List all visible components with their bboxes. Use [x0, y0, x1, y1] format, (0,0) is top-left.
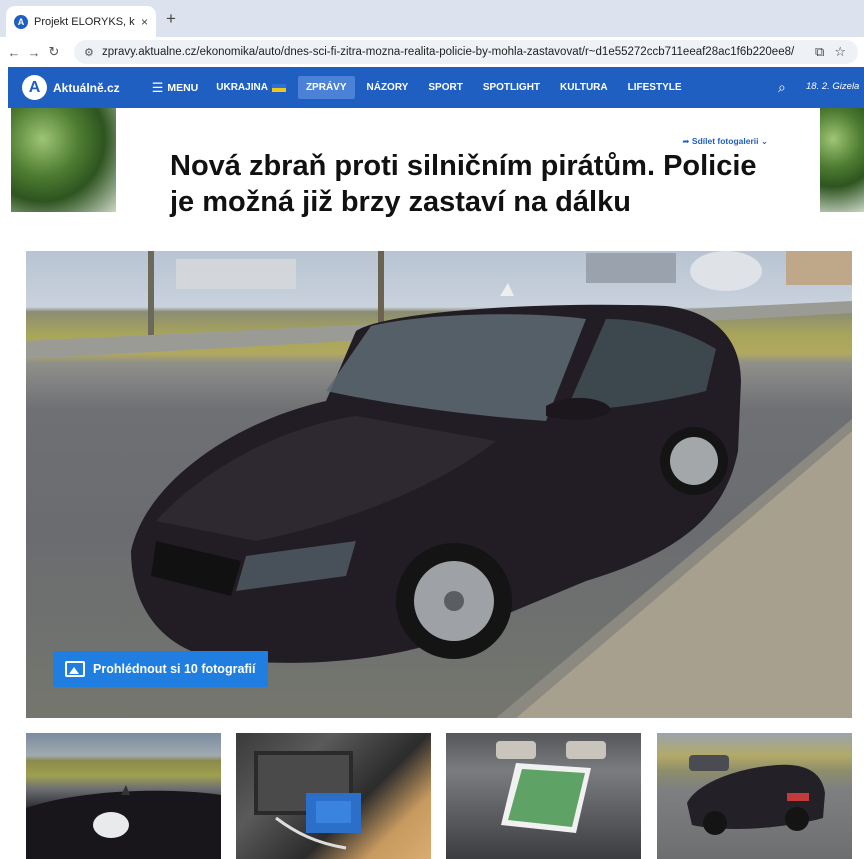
- hamburger-icon: ☰: [151, 79, 164, 95]
- browser-tab[interactable]: A Projekt ELORYKS, který řeší ×: [6, 6, 156, 37]
- chevron-down-icon: ⌄: [760, 136, 768, 146]
- aktualne-logo-icon: A: [14, 14, 28, 29]
- tab-title: Projekt ELORYKS, který řeší: [34, 15, 135, 28]
- gallery-thumbnail[interactable]: [657, 733, 852, 859]
- nav-item-sport[interactable]: SPORT: [420, 76, 470, 99]
- reload-icon[interactable]: ↻: [44, 44, 64, 60]
- gallery-button[interactable]: Prohlédnout si 10 fotografií: [53, 651, 268, 687]
- gallery-button-label: Prohlédnout si 10 fotografií: [93, 662, 256, 676]
- nav-item-spotlight[interactable]: SPOTLIGHT: [475, 76, 548, 99]
- site-header: A Aktuálně.cz ☰ MENU UKRAJINA ZPRÁVY NÁZ…: [8, 67, 864, 108]
- thumbnail-illustration: [26, 785, 221, 859]
- side-ad-right[interactable]: [820, 108, 864, 212]
- header-date: 18. 2. Gizela: [806, 81, 860, 92]
- gallery-thumbnail[interactable]: [26, 733, 221, 859]
- arrow-left-icon[interactable]: ←: [4, 45, 24, 60]
- browser-tab-strip: A Projekt ELORYKS, který řeší × +: [0, 0, 864, 37]
- image-icon: [65, 661, 85, 677]
- main-nav: UKRAJINA ZPRÁVY NÁZORY SPORT SPOTLIGHT K…: [206, 76, 691, 99]
- nav-item-lifestyle[interactable]: LIFESTYLE: [620, 76, 690, 99]
- nav-item-nazory[interactable]: NÁZORY: [359, 76, 417, 99]
- thumbnail-illustration: [496, 741, 606, 833]
- article-header: ➦ Sdílet fotogalerii ⌄ Nová zbraň proti …: [116, 108, 820, 223]
- star-icon[interactable]: ☆: [834, 44, 846, 60]
- new-tab-button[interactable]: +: [166, 10, 176, 27]
- nav-item-ukrajina[interactable]: UKRAJINA: [208, 76, 294, 99]
- share-arrow-icon: ➦: [682, 136, 690, 146]
- ukraine-flag-icon: [271, 83, 286, 92]
- share-gallery-link[interactable]: ➦ Sdílet fotogalerii ⌄: [682, 136, 768, 147]
- arrow-right-icon[interactable]: →: [24, 45, 44, 60]
- logo-text: Aktuálně.cz: [53, 80, 120, 95]
- article-headline: Nová zbraň proti silničním pirátům. Poli…: [170, 150, 757, 218]
- thumbnail-illustration: [254, 751, 361, 850]
- share-label: Sdílet fotogalerii: [691, 136, 759, 146]
- aktualne-logo-icon: A: [22, 75, 47, 100]
- search-icon[interactable]: ⌕: [778, 79, 786, 96]
- site-logo[interactable]: A Aktuálně.cz: [22, 75, 120, 100]
- install-app-icon[interactable]: ⧉: [815, 44, 824, 60]
- close-icon[interactable]: ×: [141, 15, 148, 29]
- address-bar-actions: ⧉ ☆: [815, 44, 846, 60]
- car-photo-illustration: [26, 251, 852, 718]
- address-bar[interactable]: ⚙ zpravy.aktualne.cz/ekonomika/auto/dnes…: [74, 40, 858, 64]
- nav-item-zpravy[interactable]: ZPRÁVY: [297, 76, 355, 99]
- thumbnail-illustration: [687, 755, 825, 835]
- url-text[interactable]: zpravy.aktualne.cz/ekonomika/auto/dnes-s…: [102, 46, 794, 58]
- menu-button[interactable]: ☰ MENU: [152, 80, 199, 96]
- menu-label: MENU: [167, 81, 199, 94]
- nav-item-kultura[interactable]: KULTURA: [552, 76, 616, 99]
- gallery-thumbnail[interactable]: [236, 733, 431, 859]
- tune-icon[interactable]: ⚙: [84, 46, 98, 59]
- browser-toolbar: ← → ↻ ⚙ zpravy.aktualne.cz/ekonomika/aut…: [0, 37, 864, 67]
- side-ad-left[interactable]: [11, 108, 116, 212]
- main-photo[interactable]: Prohlédnout si 10 fotografií: [26, 251, 852, 718]
- nav-item-label: UKRAJINA: [216, 82, 268, 93]
- gallery-thumbnail[interactable]: [446, 733, 641, 859]
